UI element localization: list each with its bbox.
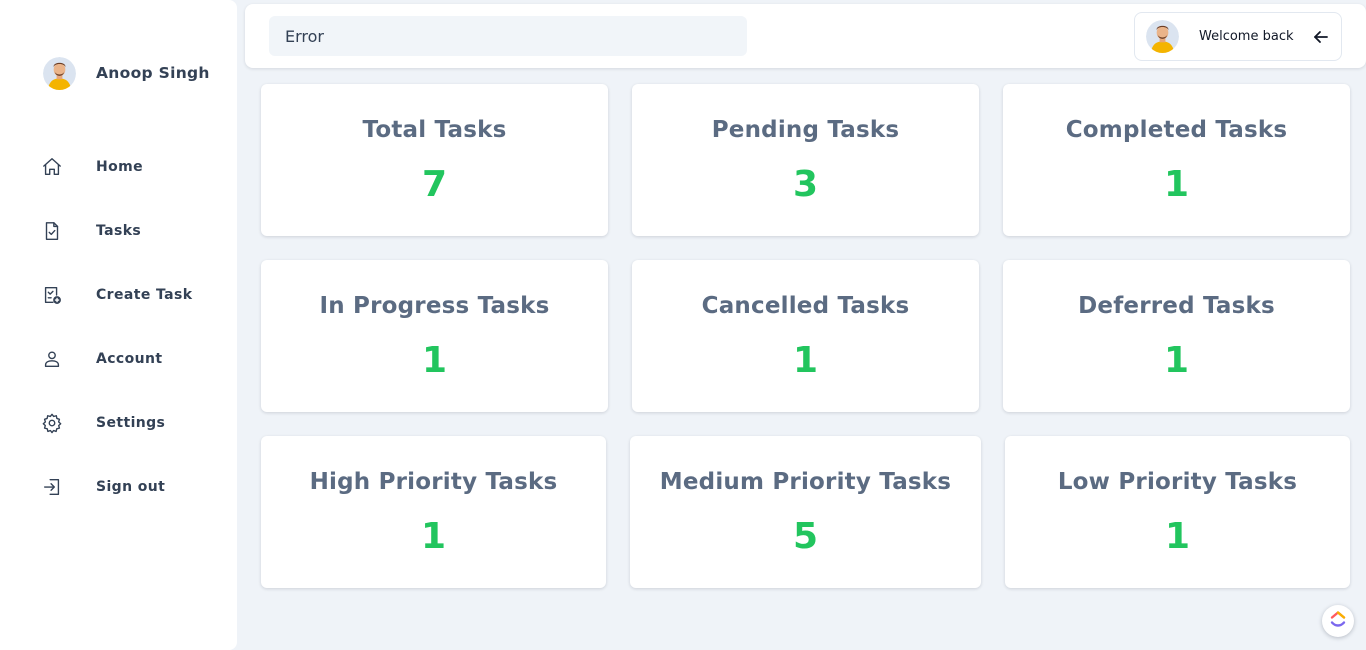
stat-card-in-progress: In Progress Tasks 1: [261, 260, 608, 412]
avatar: [43, 56, 76, 90]
stat-card-total: Total Tasks 7: [261, 84, 608, 236]
stat-card-pending: Pending Tasks 3: [632, 84, 979, 236]
sidebar-item-label: Tasks: [96, 223, 142, 239]
user-icon: [40, 347, 64, 371]
stat-title: Cancelled Tasks: [701, 293, 910, 319]
stat-title: Pending Tasks: [711, 117, 900, 143]
search-input[interactable]: [269, 16, 747, 56]
profile-name: Anoop Singh: [96, 64, 210, 82]
stat-card-deferred: Deferred Tasks 1: [1003, 260, 1350, 412]
sidebar-item-home[interactable]: Home: [40, 150, 230, 184]
welcome-panel[interactable]: Welcome back: [1134, 12, 1342, 61]
home-icon: [40, 155, 64, 179]
sidebar-item-account[interactable]: Account: [40, 342, 230, 376]
stat-card-cancelled: Cancelled Tasks 1: [632, 260, 979, 412]
stat-value: 3: [792, 164, 819, 205]
sidebar-item-tasks[interactable]: Tasks: [40, 214, 230, 248]
sidebar-item-settings[interactable]: Settings: [40, 406, 230, 440]
sidebar-item-label: Sign out: [96, 479, 166, 495]
stat-value: 5: [792, 516, 819, 557]
arrow-left-icon[interactable]: [1311, 27, 1331, 47]
stat-title: Completed Tasks: [1065, 117, 1288, 143]
sidebar-item-label: Settings: [96, 415, 166, 431]
stat-title: Low Priority Tasks: [1057, 469, 1298, 495]
stat-title: High Priority Tasks: [309, 469, 558, 495]
stat-value: 1: [1163, 340, 1190, 381]
stat-value: 1: [421, 340, 448, 381]
gear-icon: [40, 411, 64, 435]
stat-value: 1: [1163, 164, 1190, 205]
stat-value: 1: [420, 516, 447, 557]
stat-value: 7: [421, 164, 448, 205]
welcome-text: Welcome back: [1199, 29, 1294, 44]
add-document-icon: [40, 283, 64, 307]
stat-title: In Progress Tasks: [319, 293, 550, 319]
stat-card-high-priority: High Priority Tasks 1: [261, 436, 606, 588]
stat-title: Total Tasks: [362, 117, 507, 143]
top-bar: Welcome back: [245, 4, 1366, 68]
stat-title: Medium Priority Tasks: [659, 469, 952, 495]
clickup-launcher-button[interactable]: [1322, 605, 1354, 637]
sidebar-item-sign-out[interactable]: Sign out: [40, 470, 230, 504]
sidebar-nav: Home Tasks Create Task Account Settings: [40, 150, 230, 534]
sign-out-icon: [40, 475, 64, 499]
stat-value: 1: [1164, 516, 1191, 557]
document-check-icon: [40, 219, 64, 243]
sidebar-item-label: Home: [96, 159, 144, 175]
avatar: [1146, 20, 1179, 53]
stat-card-completed: Completed Tasks 1: [1003, 84, 1350, 236]
sidebar-item-label: Create Task: [96, 287, 193, 303]
clickup-logo-icon: [1328, 609, 1348, 633]
profile[interactable]: Anoop Singh: [43, 56, 210, 90]
stat-title: Deferred Tasks: [1078, 293, 1275, 319]
sidebar: Anoop Singh Home Tasks Create Task Accou…: [0, 0, 237, 650]
stat-card-medium-priority: Medium Priority Tasks 5: [630, 436, 981, 588]
sidebar-item-label: Account: [96, 351, 163, 367]
stat-value: 1: [792, 340, 819, 381]
sidebar-item-create-task[interactable]: Create Task: [40, 278, 230, 312]
stat-card-low-priority: Low Priority Tasks 1: [1005, 436, 1350, 588]
